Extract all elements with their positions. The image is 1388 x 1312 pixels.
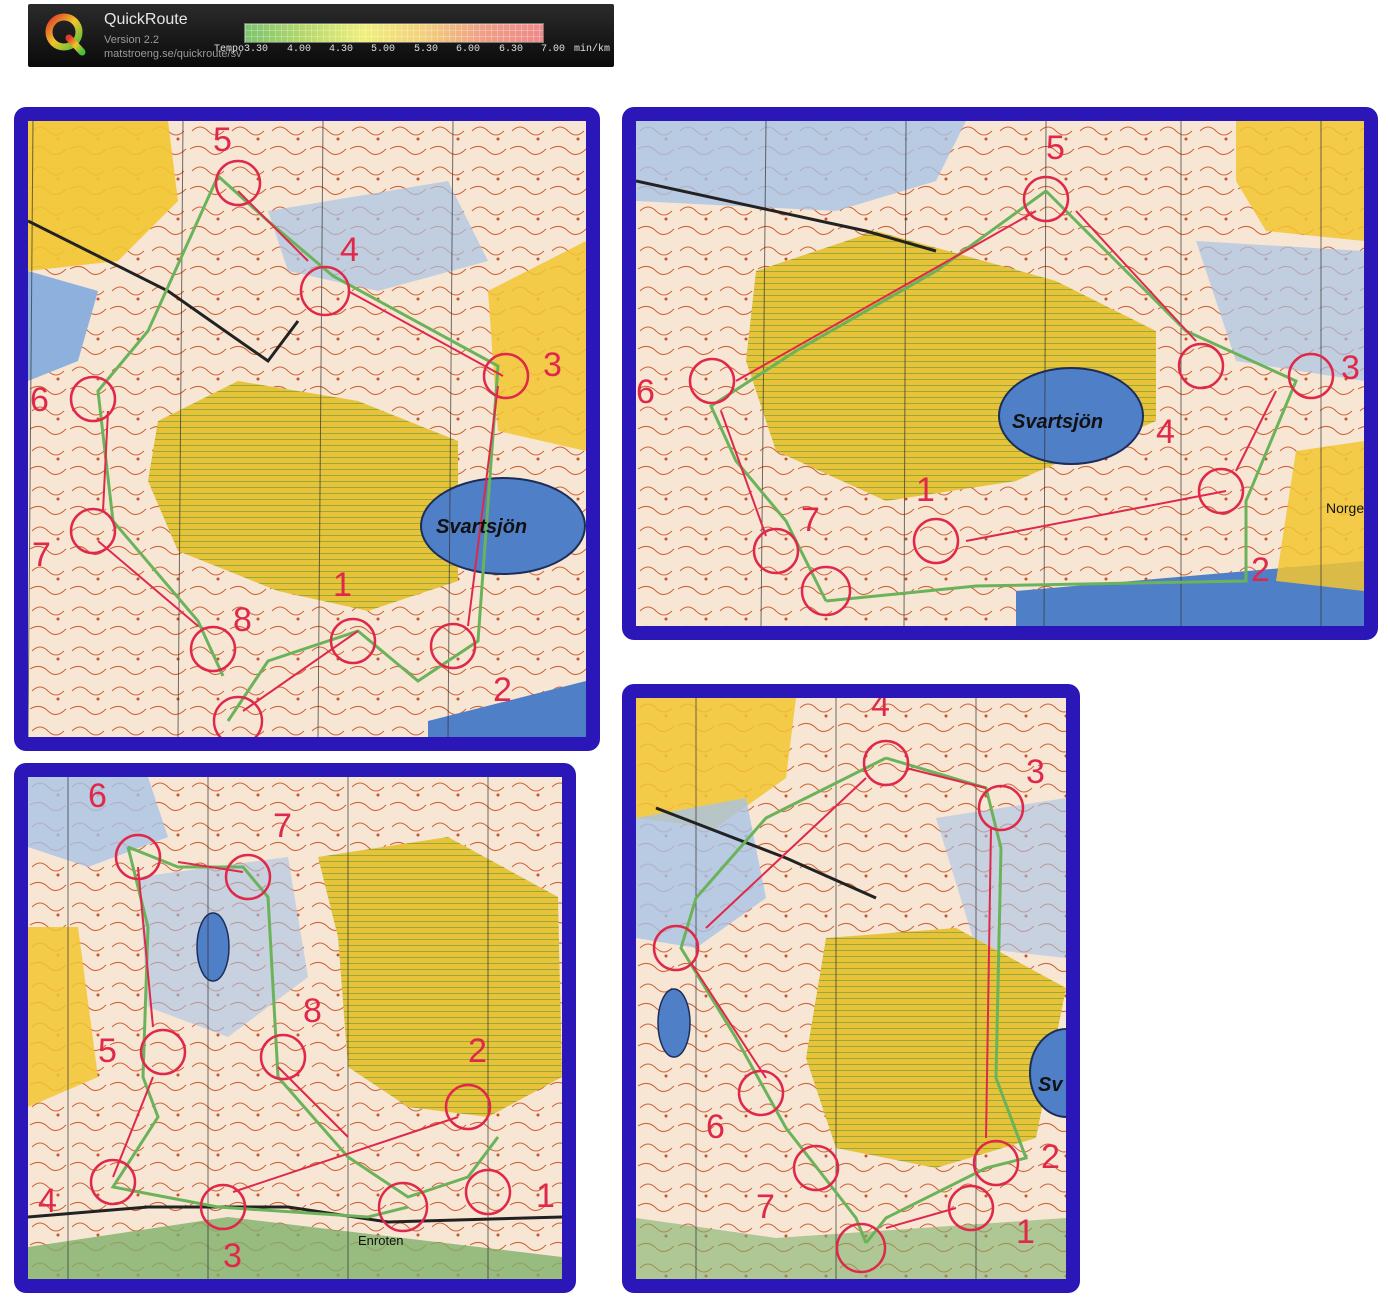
app-name: QuickRoute: [104, 11, 188, 28]
control-number: 5: [98, 1032, 117, 1070]
control-number: 1: [1016, 1213, 1035, 1251]
tempo-tick: 3.30: [244, 44, 269, 55]
control-number: 1: [333, 566, 352, 604]
tempo-color-scale: [244, 23, 544, 43]
place-label: Enroten: [358, 1233, 404, 1248]
control-number: 7: [273, 807, 292, 845]
control-number: 8: [303, 992, 322, 1030]
control-number: 3: [1026, 753, 1045, 791]
orienteering-map-bottom-right: 4 3 6 2 7 1 Sv: [636, 698, 1066, 1279]
control-number: 1: [536, 1177, 555, 1215]
control-number: 1: [916, 471, 935, 509]
control-number: 2: [1041, 1138, 1060, 1176]
control-number: 7: [756, 1188, 775, 1226]
control-number: 2: [493, 671, 512, 709]
tempo-tick: 5.30: [414, 44, 439, 55]
control-number: 3: [1341, 349, 1360, 387]
lake-label: Svartsjön: [1012, 411, 1103, 433]
control-number: 4: [1156, 413, 1175, 451]
control-number: 3: [543, 346, 562, 384]
map-frame-bottom-right: 4 3 6 2 7 1 Sv: [622, 684, 1080, 1293]
control-number: 6: [30, 381, 49, 419]
control-number: 5: [1046, 129, 1065, 167]
control-number: 3: [223, 1237, 242, 1275]
control-number: 5: [213, 121, 232, 159]
control-number: 8: [233, 601, 252, 639]
place-label: Norge: [1326, 500, 1364, 516]
tempo-tick: 7.00: [541, 44, 566, 55]
map-frame-top-left: 5 4 3 6 7 8 1 2 Svartsjön: [14, 107, 600, 751]
control-number: 6: [88, 777, 107, 815]
tempo-tick: 4.30: [329, 44, 354, 55]
control-number: 6: [706, 1108, 725, 1146]
orienteering-map-top-left: 5 4 3 6 7 8 1 2 Svartsjön: [28, 121, 586, 737]
orienteering-map-bottom-left: 6 7 8 5 2 4 3 1 Enroten: [28, 777, 562, 1279]
map-frame-top-right: 5 3 6 4 1 7 2 Svartsjön Norge: [622, 107, 1378, 640]
control-number: 7: [32, 536, 51, 574]
lake-label: Svartsjön: [436, 516, 527, 538]
map-frame-bottom-left: 6 7 8 5 2 4 3 1 Enroten: [14, 763, 576, 1293]
control-number: 2: [468, 1032, 487, 1070]
lake-label: Sv: [1038, 1074, 1064, 1096]
tempo-tick: 5.00: [371, 44, 396, 55]
app-version: Version 2.2: [104, 34, 160, 46]
tempo-title: Tempo: [214, 44, 245, 55]
tempo-scale-labels: Tempo 3.30 4.00 4.30 5.00 5.30 6.00 6.30…: [214, 44, 614, 58]
control-number: 4: [38, 1182, 57, 1220]
tempo-tick: 6.00: [456, 44, 481, 55]
control-number: 4: [871, 698, 890, 724]
control-number: 4: [340, 231, 359, 269]
tempo-tick: 4.00: [287, 44, 312, 55]
control-number: 2: [1251, 551, 1270, 589]
quickroute-header: QuickRoute Version 2.2 matstroeng.se/qui…: [28, 4, 614, 67]
control-number: 7: [801, 501, 820, 539]
quickroute-logo-icon: [45, 13, 86, 56]
control-number: 6: [636, 373, 655, 411]
tempo-tick: 6.30: [499, 44, 524, 55]
tempo-unit: min/km: [574, 44, 611, 55]
orienteering-map-top-right: 5 3 6 4 1 7 2 Svartsjön Norge: [636, 121, 1364, 626]
